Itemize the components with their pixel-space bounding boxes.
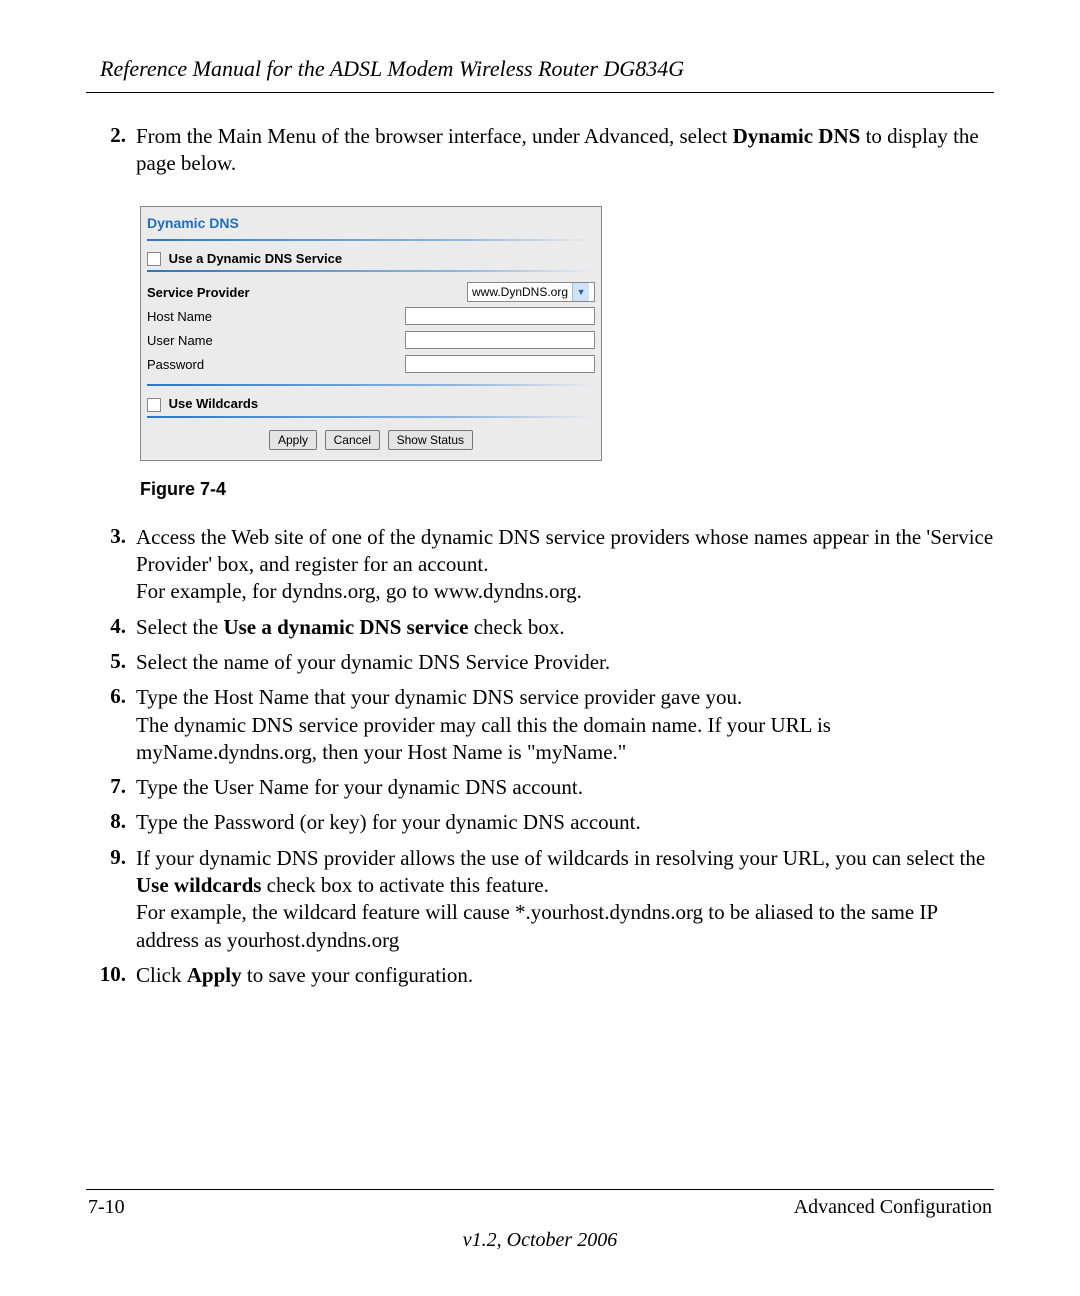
text: Type the Password (or key) for your dyna… — [136, 810, 641, 834]
use-wildcards-label: Use Wildcards — [169, 396, 258, 411]
text: Access the Web site of one of the dynami… — [136, 525, 993, 576]
password-row: Password — [147, 352, 595, 376]
figure-caption: Figure 7-4 — [140, 479, 994, 500]
ddns-form: Service Provider www.DynDNS.org ▼ Host N… — [141, 278, 601, 384]
step-6: 6. Type the Host Name that your dynamic … — [86, 684, 994, 766]
step-body: Type the User Name for your dynamic DNS … — [136, 774, 583, 801]
host-name-row: Host Name — [147, 304, 595, 328]
service-provider-row: Service Provider www.DynDNS.org ▼ — [147, 280, 595, 304]
use-ddns-row: Use a Dynamic DNS Service — [141, 247, 601, 271]
text: check box to activate this feature. — [261, 873, 548, 897]
divider — [147, 416, 595, 418]
use-wildcards-checkbox[interactable] — [147, 398, 161, 412]
user-name-row: User Name — [147, 328, 595, 352]
user-name-input[interactable] — [405, 331, 595, 349]
text: From the Main Menu of the browser interf… — [136, 124, 733, 148]
apply-button[interactable]: Apply — [269, 430, 317, 450]
step-number: 2. — [86, 123, 136, 178]
select-value: www.DynDNS.org — [472, 285, 568, 299]
use-wildcards-row: Use Wildcards — [141, 392, 601, 416]
host-name-label: Host Name — [147, 309, 347, 324]
step-9: 9. If your dynamic DNS provider allows t… — [86, 845, 994, 954]
bold-text: Apply — [187, 963, 242, 987]
text: Select the — [136, 615, 223, 639]
host-name-input[interactable] — [405, 307, 595, 325]
bold-text: Dynamic DNS — [733, 124, 861, 148]
use-ddns-checkbox[interactable] — [147, 252, 161, 266]
running-header: Reference Manual for the ADSL Modem Wire… — [100, 56, 994, 82]
step-body: From the Main Menu of the browser interf… — [136, 123, 994, 178]
text: check box. — [468, 615, 564, 639]
step-number: 4. — [86, 614, 136, 641]
section-name: Advanced Configuration — [794, 1196, 992, 1219]
text: For example, the wildcard feature will c… — [136, 900, 937, 951]
footer-row: 7-10 Advanced Configuration — [86, 1196, 994, 1219]
step-number: 8. — [86, 809, 136, 836]
step-10: 10. Click Apply to save your configurati… — [86, 962, 994, 989]
step-number: 3. — [86, 524, 136, 606]
step-body: Type the Password (or key) for your dyna… — [136, 809, 641, 836]
service-provider-label: Service Provider — [147, 285, 347, 300]
password-input[interactable] — [405, 355, 595, 373]
text: Select the name of your dynamic DNS Serv… — [136, 650, 610, 674]
step-7: 7. Type the User Name for your dynamic D… — [86, 774, 994, 801]
step-number: 10. — [86, 962, 136, 989]
bold-text: Use wildcards — [136, 873, 261, 897]
text: Type the User Name for your dynamic DNS … — [136, 775, 583, 799]
step-number: 5. — [86, 649, 136, 676]
bold-text: Use a dynamic DNS service — [223, 615, 468, 639]
step-5: 5. Select the name of your dynamic DNS S… — [86, 649, 994, 676]
footer-version: v1.2, October 2006 — [86, 1229, 994, 1252]
step-3: 3. Access the Web site of one of the dyn… — [86, 524, 994, 606]
header-rule — [86, 92, 994, 93]
step-4: 4. Select the Use a dynamic DNS service … — [86, 614, 994, 641]
step-body: If your dynamic DNS provider allows the … — [136, 845, 994, 954]
text: The dynamic DNS service provider may cal… — [136, 713, 831, 764]
step-number: 9. — [86, 845, 136, 954]
use-ddns-label: Use a Dynamic DNS Service — [169, 251, 342, 266]
divider — [147, 270, 595, 272]
step-body: Access the Web site of one of the dynami… — [136, 524, 994, 606]
step-number: 7. — [86, 774, 136, 801]
text: to save your configuration. — [242, 963, 474, 987]
show-status-button[interactable]: Show Status — [388, 430, 473, 450]
dynamic-dns-screenshot: Dynamic DNS Use a Dynamic DNS Service Se… — [140, 206, 602, 461]
footer-rule — [86, 1189, 994, 1190]
password-label: Password — [147, 357, 347, 372]
step-body: Click Apply to save your configuration. — [136, 962, 473, 989]
page-number: 7-10 — [88, 1196, 125, 1219]
step-number: 6. — [86, 684, 136, 766]
cancel-button[interactable]: Cancel — [325, 430, 380, 450]
text: Type the Host Name that your dynamic DNS… — [136, 685, 742, 709]
step-body: Select the Use a dynamic DNS service che… — [136, 614, 565, 641]
service-provider-select[interactable]: www.DynDNS.org ▼ — [467, 282, 595, 302]
text: Click — [136, 963, 187, 987]
chevron-down-icon: ▼ — [572, 283, 589, 301]
panel-title: Dynamic DNS — [141, 207, 601, 239]
step-8: 8. Type the Password (or key) for your d… — [86, 809, 994, 836]
step-body: Select the name of your dynamic DNS Serv… — [136, 649, 610, 676]
user-name-label: User Name — [147, 333, 347, 348]
text: For example, for dyndns.org, go to www.d… — [136, 579, 582, 603]
step-2: 2. From the Main Menu of the browser int… — [86, 123, 994, 178]
divider — [147, 384, 595, 386]
text: If your dynamic DNS provider allows the … — [136, 846, 985, 870]
step-body: Type the Host Name that your dynamic DNS… — [136, 684, 994, 766]
divider — [147, 239, 595, 241]
button-row: Apply Cancel Show Status — [141, 424, 601, 460]
